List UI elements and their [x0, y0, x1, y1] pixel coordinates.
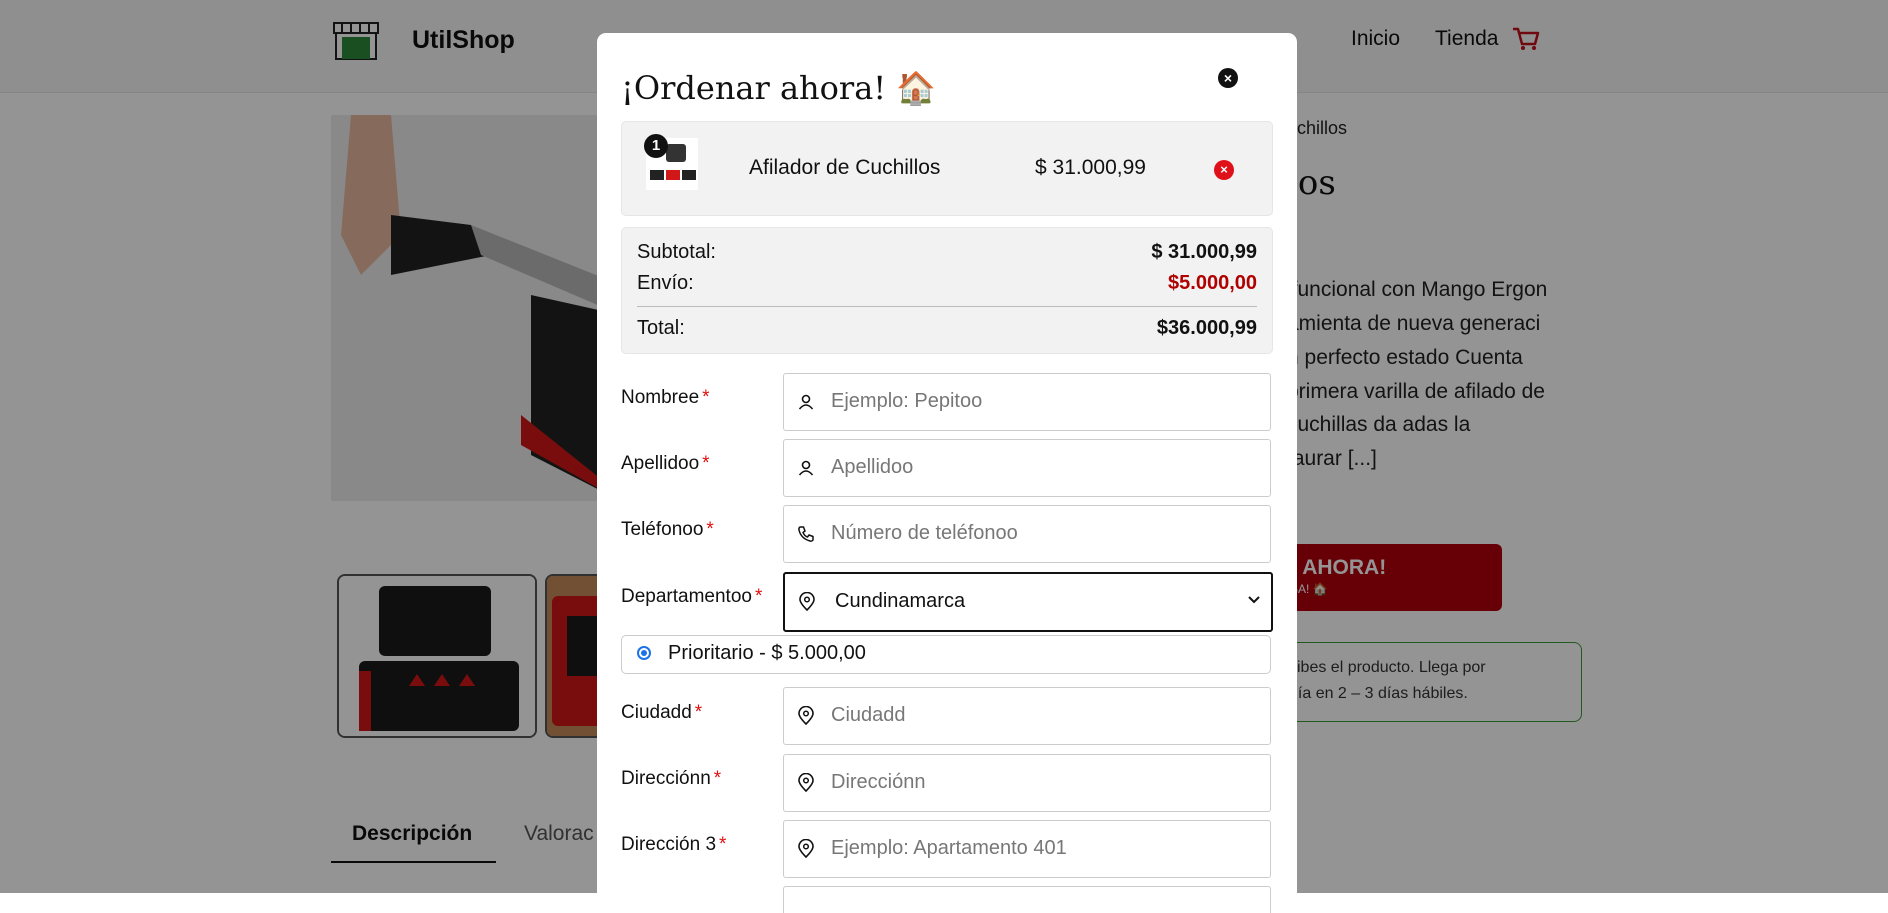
- user-icon: [798, 460, 814, 476]
- direccion3-label: Dirección 3 *: [621, 834, 726, 856]
- ciudad-label-text: Ciudadd: [621, 702, 692, 723]
- location-pin-icon: [799, 592, 815, 612]
- user-icon: [798, 394, 814, 410]
- apellido-label: Apellidoo *: [621, 453, 710, 475]
- order-modal: ¡Ordenar ahora! 🏠 × 1 Afilador de Cuchil…: [597, 33, 1297, 913]
- item-name: Afilador de Cuchillos: [749, 156, 941, 179]
- subtotal-value: $ 31.000,99: [1151, 241, 1257, 263]
- direccion-label-text: Direcciónn: [621, 768, 711, 789]
- shipping-option[interactable]: Prioritario - $ 5.000,00: [621, 635, 1271, 674]
- nombre-label: Nombree *: [621, 387, 710, 409]
- required-mark: *: [694, 702, 703, 723]
- required-mark: *: [706, 519, 714, 540]
- chevron-down-icon: [1248, 596, 1260, 604]
- ciudad-label: Ciudadd *: [621, 702, 702, 724]
- ciudad-placeholder: Ciudadd: [831, 704, 906, 726]
- cart-item: 1 Afilador de Cuchillos $ 31.000,99 ×: [621, 121, 1273, 216]
- departamento-select[interactable]: Cundinamarca: [783, 572, 1273, 632]
- direccion-placeholder: Direcciónn: [831, 771, 926, 793]
- shipping-option-label: Prioritario - $ 5.000,00: [668, 642, 866, 664]
- departamento-value: Cundinamarca: [835, 590, 966, 612]
- required-mark: *: [702, 453, 710, 474]
- quantity-badge: 1: [644, 134, 668, 158]
- next-field-input[interactable]: [783, 886, 1271, 913]
- required-mark: *: [713, 768, 722, 789]
- departamento-label: Departamentoo *: [621, 586, 762, 608]
- order-totals: Subtotal: $ 31.000,99 Envío: $5.000,00 T…: [621, 227, 1273, 354]
- shipping-value: $5.000,00: [1168, 272, 1257, 294]
- direccion3-placeholder: Ejemplo: Apartamento 401: [831, 837, 1067, 859]
- total-label: Total:: [637, 317, 685, 339]
- telefono-label: Teléfonoo *: [621, 519, 714, 541]
- departamento-label-text: Departamentoo: [621, 586, 752, 607]
- close-icon[interactable]: ×: [1218, 68, 1238, 88]
- telefono-label-text: Teléfonoo: [621, 519, 704, 540]
- shipping-radio[interactable]: [637, 646, 651, 660]
- direccion-input[interactable]: Direcciónn: [783, 754, 1271, 812]
- phone-icon: [798, 526, 814, 542]
- required-mark: *: [754, 586, 763, 607]
- required-mark: *: [702, 387, 710, 408]
- required-mark: *: [719, 834, 727, 855]
- shipping-label: Envío:: [637, 272, 694, 294]
- subtotal-label: Subtotal:: [637, 241, 716, 263]
- totals-divider: [637, 306, 1257, 307]
- location-pin-icon: [798, 839, 814, 859]
- telefono-input[interactable]: Número de teléfonoo: [783, 505, 1271, 563]
- direccion-label: Direcciónn *: [621, 768, 721, 790]
- item-price: $ 31.000,99: [1035, 156, 1146, 179]
- nombre-label-text: Nombree: [621, 387, 700, 408]
- direccion3-input[interactable]: Ejemplo: Apartamento 401: [783, 820, 1271, 878]
- nombre-input[interactable]: Ejemplo: Pepitoo: [783, 373, 1271, 431]
- apellido-label-text: Apellidoo: [621, 453, 700, 474]
- ciudad-input[interactable]: Ciudadd: [783, 687, 1271, 745]
- remove-icon[interactable]: ×: [1214, 160, 1234, 180]
- location-pin-icon: [798, 706, 814, 726]
- nombre-placeholder: Ejemplo: Pepitoo: [831, 390, 983, 412]
- total-value: $36.000,99: [1156, 317, 1257, 339]
- apellido-input[interactable]: Apellidoo: [783, 439, 1271, 497]
- telefono-placeholder: Número de teléfonoo: [831, 522, 1018, 544]
- apellido-placeholder: Apellidoo: [831, 456, 914, 478]
- direccion3-label-text: Dirección 3: [621, 834, 717, 855]
- location-pin-icon: [798, 773, 814, 793]
- modal-title: ¡Ordenar ahora! 🏠: [621, 69, 937, 107]
